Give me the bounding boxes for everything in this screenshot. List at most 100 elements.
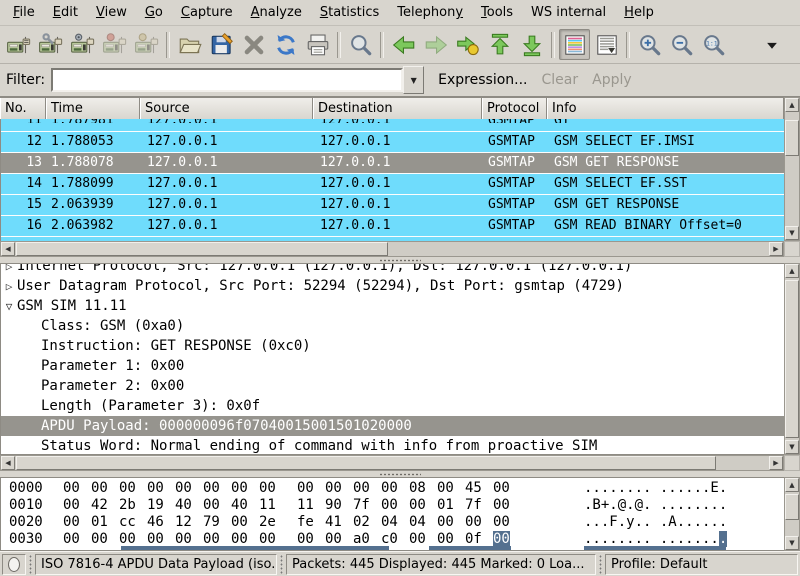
hex-byte[interactable]: 00	[437, 531, 465, 548]
hex-byte[interactable]: 00	[297, 531, 325, 548]
scroll-thumb[interactable]	[785, 120, 799, 156]
packet-list-vscrollbar[interactable]: ▲ ▼	[784, 97, 800, 241]
menu-capture[interactable]: Capture	[172, 1, 242, 24]
collapsed-expander-icon[interactable]: ▷	[1, 277, 17, 296]
packet-row[interactable]: 121.788053127.0.0.1127.0.0.1GSMTAPGSM SE…	[1, 131, 785, 152]
filter-dropdown-button[interactable]: ▼	[403, 66, 424, 94]
menu-help[interactable]: Help	[615, 1, 663, 24]
details-vscrollbar[interactable]: ▲ ▼	[784, 263, 800, 455]
goto-packet-button[interactable]	[452, 29, 483, 60]
hex-row[interactable]: 00200001cc461279002efe41020404000000...F…	[1, 514, 784, 531]
hex-row[interactable]: 001000422b194000401111907f0000017f00.B+.…	[1, 497, 784, 514]
hex-byte[interactable]: 00	[297, 480, 325, 497]
hex-byte[interactable]: 00	[203, 531, 231, 548]
autoscroll-button[interactable]	[591, 29, 622, 60]
hex-byte[interactable]: 00	[231, 480, 259, 497]
scroll-thumb[interactable]	[785, 280, 799, 438]
expanded-expander-icon[interactable]: ▽	[1, 297, 17, 316]
hex-byte[interactable]: 00	[259, 480, 287, 497]
column-header-destination[interactable]: Destination	[313, 98, 482, 120]
hex-byte[interactable]: 7f	[353, 497, 381, 514]
menu-edit[interactable]: Edit	[44, 1, 87, 24]
hex-byte[interactable]: 12	[175, 514, 203, 531]
scroll-right-button[interactable]: ▶	[769, 242, 783, 256]
hex-byte[interactable]: 00	[147, 480, 175, 497]
hex-row[interactable]: 000000000000000000000000000008004500....…	[1, 480, 784, 497]
statusbar-grip[interactable]	[597, 554, 604, 575]
hex-byte[interactable]: 00	[147, 531, 175, 548]
hex-byte[interactable]: 00	[91, 531, 119, 548]
hex-byte[interactable]: 00	[493, 480, 521, 497]
menu-telephony[interactable]: Telephony	[388, 1, 472, 24]
go-bottom-button[interactable]	[516, 29, 547, 60]
hex-byte[interactable]: 04	[381, 514, 409, 531]
hex-byte[interactable]: 11	[259, 497, 287, 514]
detail-line[interactable]: Class: GSM (0xa0)	[1, 316, 784, 336]
hex-byte[interactable]: 19	[147, 497, 175, 514]
hex-byte[interactable]: 00	[63, 480, 91, 497]
column-header-info[interactable]: Info	[547, 98, 784, 120]
file-close-button[interactable]	[238, 29, 269, 60]
detail-line[interactable]: ▷User Datagram Protocol, Src Port: 52294…	[1, 276, 784, 296]
packet-row[interactable]: 152.063939127.0.0.1127.0.0.1GSMTAPGSM GE…	[1, 194, 785, 215]
hex-byte[interactable]: 00	[493, 497, 521, 514]
detail-line[interactable]: Parameter 2: 0x00	[1, 376, 784, 396]
hex-byte[interactable]: 00	[409, 531, 437, 548]
detail-line[interactable]: ▷Internet Protocol, Src: 127.0.0.1 (127.…	[1, 264, 784, 276]
scroll-up-button[interactable]: ▲	[785, 478, 799, 492]
hex-byte[interactable]: 00	[325, 480, 353, 497]
hex-byte[interactable]: 00	[409, 497, 437, 514]
menu-ws-internal[interactable]: WS internal	[522, 1, 615, 24]
capture-interfaces-button[interactable]	[3, 29, 34, 60]
column-header-no[interactable]: No.	[0, 98, 46, 120]
statusbar-grip[interactable]	[27, 554, 34, 575]
dropdown-button[interactable]	[756, 29, 787, 60]
scroll-up-button[interactable]: ▲	[785, 264, 799, 278]
zoom-original-button[interactable]: 1:1	[698, 29, 729, 60]
hex-byte[interactable]: 00	[437, 480, 465, 497]
detail-line[interactable]: Parameter 1: 0x00	[1, 356, 784, 376]
colorize-button[interactable]	[559, 29, 590, 60]
hex-byte[interactable]: 00	[91, 480, 119, 497]
scroll-left-button[interactable]: ◀	[1, 242, 15, 256]
menu-tools[interactable]: Tools	[472, 1, 522, 24]
scroll-up-button[interactable]: ▲	[785, 98, 799, 112]
hex-byte[interactable]: 40	[175, 497, 203, 514]
hex-byte[interactable]: 0f	[465, 531, 493, 548]
hex-byte[interactable]: 45	[465, 480, 493, 497]
hex-byte[interactable]: 00	[493, 514, 521, 531]
hex-byte[interactable]: 00	[203, 480, 231, 497]
hex-byte[interactable]: 00	[259, 531, 287, 548]
hex-vscrollbar[interactable]: ▲ ▼	[784, 477, 800, 551]
scroll-right-button[interactable]: ▶	[769, 456, 783, 470]
hex-byte[interactable]: 08	[409, 480, 437, 497]
column-header-source[interactable]: Source	[140, 98, 313, 120]
detail-line[interactable]: ▽GSM SIM 11.11	[1, 296, 784, 316]
file-save-button[interactable]	[206, 29, 237, 60]
menu-go[interactable]: Go	[136, 1, 172, 24]
file-open-button[interactable]	[174, 29, 205, 60]
detail-line[interactable]: Length (Parameter 3): 0x0f	[1, 396, 784, 416]
capture-options-button[interactable]	[35, 29, 66, 60]
hex-byte[interactable]: 00	[465, 514, 493, 531]
expert-info-button[interactable]	[2, 554, 26, 575]
go-top-button[interactable]	[484, 29, 515, 60]
hex-row[interactable]: 003000000000000000000000a0c000000f00....…	[1, 531, 784, 548]
print-button[interactable]	[302, 29, 333, 60]
hex-byte[interactable]: 42	[91, 497, 119, 514]
find-button[interactable]	[345, 29, 376, 60]
filter-input[interactable]	[51, 68, 403, 92]
hex-byte[interactable]: 79	[203, 514, 231, 531]
hex-byte[interactable]: 90	[325, 497, 353, 514]
zoom-out-button[interactable]	[666, 29, 697, 60]
hex-byte[interactable]: 2e	[259, 514, 287, 531]
reload-button[interactable]	[270, 29, 301, 60]
hex-byte[interactable]: 11	[297, 497, 325, 514]
packet-list-hscrollbar[interactable]: ◀ ▶	[0, 241, 784, 257]
hex-byte[interactable]: 02	[353, 514, 381, 531]
hex-byte[interactable]: 46	[147, 514, 175, 531]
hex-byte[interactable]: 00	[231, 514, 259, 531]
hex-byte[interactable]: 7f	[465, 497, 493, 514]
hex-byte[interactable]: 41	[325, 514, 353, 531]
column-header-time[interactable]: Time	[46, 98, 140, 120]
